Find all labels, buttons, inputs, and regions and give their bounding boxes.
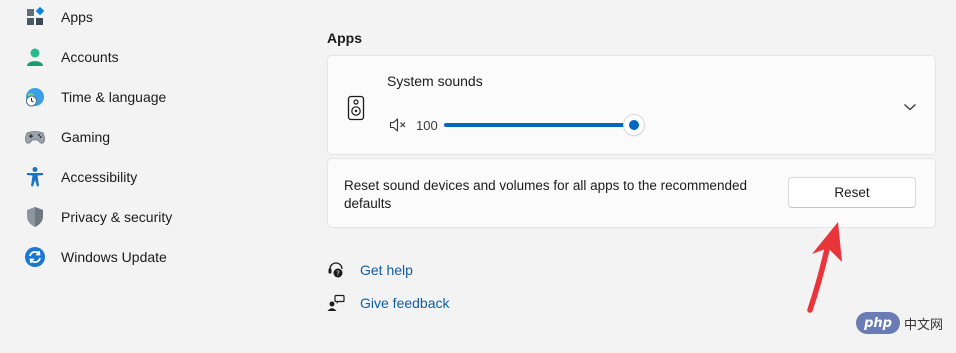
- sidebar-item-accounts[interactable]: Accounts: [24, 39, 284, 75]
- speaker-icon: [347, 95, 365, 121]
- system-sounds-title: System sounds: [387, 73, 483, 89]
- reset-button[interactable]: Reset: [788, 177, 916, 208]
- watermark-text: 中文网: [904, 317, 944, 333]
- mute-icon[interactable]: [389, 117, 407, 133]
- get-help-label[interactable]: Get help: [360, 262, 413, 278]
- sidebar-item-label: Gaming: [61, 129, 111, 145]
- time-language-icon: [24, 86, 46, 108]
- sidebar-item-label: Accounts: [61, 49, 119, 65]
- svg-text:?: ?: [336, 270, 340, 278]
- get-help-link[interactable]: ? Get help: [327, 259, 413, 281]
- accessibility-icon: [24, 166, 46, 188]
- sidebar-item-label: Windows Update: [61, 249, 167, 265]
- watermark-badge: php: [856, 312, 900, 334]
- volume-value: 100: [416, 118, 438, 133]
- sidebar-item-accessibility[interactable]: Accessibility: [24, 159, 284, 195]
- sidebar: Apps Accounts Time & language Gaming Acc…: [0, 0, 300, 353]
- sidebar-item-time-language[interactable]: Time & language: [24, 79, 284, 115]
- chevron-down-icon[interactable]: [903, 99, 917, 111]
- gaming-icon: [24, 126, 46, 148]
- volume-slider-thumb[interactable]: [624, 115, 644, 135]
- annotation-arrow-icon: [807, 222, 842, 313]
- sidebar-item-label: Privacy & security: [61, 209, 173, 225]
- sidebar-item-windows-update[interactable]: Windows Update: [24, 239, 284, 275]
- sidebar-item-gaming[interactable]: Gaming: [24, 119, 284, 155]
- sidebar-item-privacy-security[interactable]: Privacy & security: [24, 199, 284, 235]
- volume-slider[interactable]: [444, 115, 644, 135]
- section-title: Apps: [327, 30, 362, 46]
- system-sounds-card[interactable]: System sounds 100: [327, 55, 936, 155]
- give-feedback-icon: [327, 294, 345, 312]
- accounts-icon: [24, 46, 46, 68]
- give-feedback-label[interactable]: Give feedback: [360, 295, 450, 311]
- get-help-icon: ?: [327, 261, 345, 279]
- sidebar-item-apps[interactable]: Apps: [24, 0, 284, 35]
- volume-slider-fill: [444, 123, 634, 127]
- sidebar-item-label: Accessibility: [61, 169, 138, 185]
- sidebar-item-label: Apps: [61, 9, 93, 25]
- windows-update-icon: [24, 246, 46, 268]
- watermark-logo: php 中文网: [856, 312, 943, 334]
- apps-icon: [24, 6, 46, 28]
- give-feedback-link[interactable]: Give feedback: [327, 292, 450, 314]
- sidebar-item-label: Time & language: [61, 89, 167, 105]
- reset-description: Reset sound devices and volumes for all …: [344, 178, 747, 211]
- shield-icon: [24, 206, 46, 228]
